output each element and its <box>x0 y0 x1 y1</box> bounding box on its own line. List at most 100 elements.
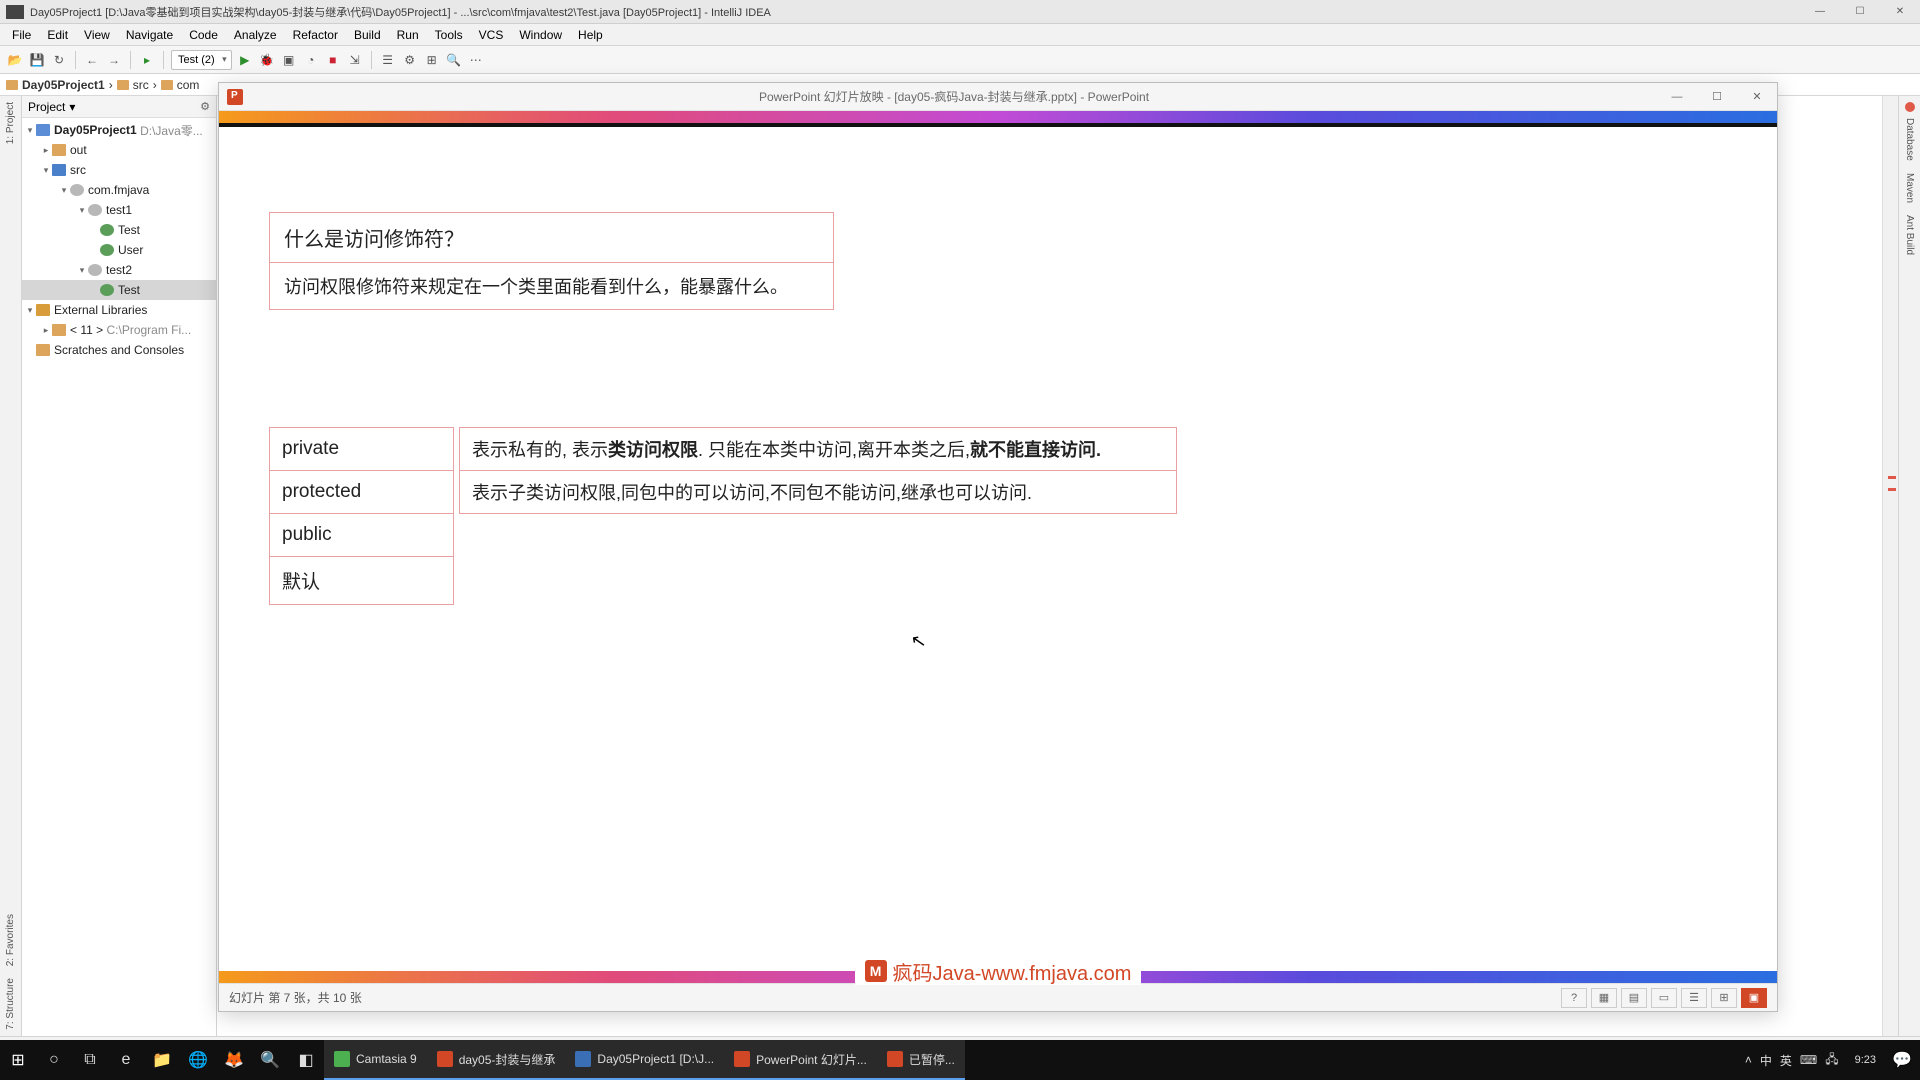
app-icon[interactable]: ◧ <box>288 1040 324 1080</box>
start-button[interactable]: ⊞ <box>0 1040 36 1080</box>
sdk-icon[interactable]: ⊞ <box>423 51 441 69</box>
modifier-private: private <box>269 427 454 471</box>
tree-root[interactable]: ▾Day05Project1 D:\Java零... <box>22 120 216 140</box>
ppt-close-button[interactable]: ✕ <box>1737 83 1777 111</box>
crumb-com[interactable]: com <box>177 78 200 92</box>
tool-ant[interactable]: Ant Build <box>1904 209 1915 261</box>
taskview-icon[interactable]: ⧉ <box>72 1040 108 1080</box>
attach-icon[interactable]: ⇲ <box>346 51 364 69</box>
cortana-icon[interactable]: ○ <box>36 1040 72 1080</box>
menu-file[interactable]: File <box>4 28 39 42</box>
search-icon[interactable]: 🔍 <box>252 1040 288 1080</box>
crumb-root[interactable]: Day05Project1 <box>22 78 105 92</box>
menu-code[interactable]: Code <box>181 28 226 42</box>
tool-maven[interactable]: Maven <box>1904 167 1915 209</box>
close-button[interactable]: ✕ <box>1880 0 1920 24</box>
menu-tools[interactable]: Tools <box>427 28 471 42</box>
ppt-slide-area[interactable]: 什么是访问修饰符？ 访问权限修饰符来规定在一个类里面能看到什么，能暴露什么。 p… <box>219 127 1777 971</box>
back-icon[interactable]: ← <box>83 51 101 69</box>
taskbar-app-paused[interactable]: 已暂停... <box>877 1040 965 1080</box>
maximize-button[interactable]: ☐ <box>1840 0 1880 24</box>
tree-pkg[interactable]: ▾com.fmjava <box>22 180 216 200</box>
menu-build[interactable]: Build <box>346 28 389 42</box>
menu-help[interactable]: Help <box>570 28 611 42</box>
ppt-view-normal[interactable]: ▦ <box>1591 988 1617 1008</box>
tool-database[interactable]: Database <box>1904 112 1915 167</box>
build-icon[interactable]: ▸ <box>138 51 156 69</box>
ppt-gradient-bottom: M 疯码Java-www.fmjava.com <box>219 971 1777 983</box>
ppt-view-notes[interactable]: ☰ <box>1681 988 1707 1008</box>
sync-icon[interactable]: ↻ <box>50 51 68 69</box>
tree-test2[interactable]: ▾test2 <box>22 260 216 280</box>
gear-icon[interactable]: ⚙ <box>200 100 210 113</box>
edge-icon[interactable]: e <box>108 1040 144 1080</box>
tree-ext-lib[interactable]: ▾External Libraries <box>22 300 216 320</box>
taskbar-app-ppt2[interactable]: PowerPoint 幻灯片... <box>724 1040 877 1080</box>
tree-test1-test[interactable]: Test <box>22 220 216 240</box>
editor-scrollbar[interactable] <box>1882 96 1898 1036</box>
tree-test2-test[interactable]: Test <box>22 280 216 300</box>
menu-analyze[interactable]: Analyze <box>226 28 285 42</box>
notifications-icon[interactable]: 💬 <box>1884 1040 1920 1080</box>
stop-icon[interactable]: ■ <box>324 51 342 69</box>
desc-protected: 表示子类访问权限,同包中的可以访问,不同包不能访问,继承也可以访问. <box>459 470 1177 514</box>
more-icon[interactable]: ⋯ <box>467 51 485 69</box>
ppt-minimize-button[interactable]: — <box>1657 83 1697 111</box>
ppt-title-text: PowerPoint 幻灯片放映 - [day05-疯码Java-封装与继承.p… <box>251 88 1657 105</box>
tool-favorites[interactable]: 2: Favorites <box>5 908 16 972</box>
tray-chevron-icon[interactable]: ˄ <box>1745 1053 1752 1067</box>
keyboard-icon[interactable]: ⌨ <box>1800 1053 1817 1067</box>
explorer-icon[interactable]: 📁 <box>144 1040 180 1080</box>
ime-mode[interactable]: 英 <box>1780 1052 1792 1069</box>
debug-icon[interactable]: 🐞 <box>258 51 276 69</box>
ppt-view-slideshow[interactable]: ▣ <box>1741 988 1767 1008</box>
run-icon[interactable]: ▶ <box>236 51 254 69</box>
powerpoint-icon <box>227 89 243 105</box>
ppt-maximize-button[interactable]: ☐ <box>1697 83 1737 111</box>
tree-test1[interactable]: ▾test1 <box>22 200 216 220</box>
taskbar-app-ppt1[interactable]: day05-封装与继承 <box>427 1040 566 1080</box>
taskbar-app-camtasia[interactable]: Camtasia 9 <box>324 1040 427 1080</box>
project-tree[interactable]: ▾Day05Project1 D:\Java零... ▸out ▾src ▾co… <box>22 118 216 1036</box>
ppt-view-sorter[interactable]: ▤ <box>1621 988 1647 1008</box>
error-marker[interactable] <box>1888 488 1896 491</box>
ppt-view-outline[interactable]: ⊞ <box>1711 988 1737 1008</box>
menu-navigate[interactable]: Navigate <box>118 28 181 42</box>
tree-out[interactable]: ▸out <box>22 140 216 160</box>
error-marker[interactable] <box>1888 476 1896 479</box>
crumb-src[interactable]: src <box>133 78 149 92</box>
menu-view[interactable]: View <box>76 28 118 42</box>
settings-icon[interactable]: ⚙ <box>401 51 419 69</box>
error-indicator-icon[interactable] <box>1905 102 1915 112</box>
menu-refactor[interactable]: Refactor <box>285 28 346 42</box>
profile-icon[interactable]: ◔ <box>302 51 320 69</box>
ppt-help-icon[interactable]: ? <box>1561 988 1587 1008</box>
menu-run[interactable]: Run <box>389 28 427 42</box>
search-icon[interactable]: 🔍 <box>445 51 463 69</box>
ime-indicator[interactable]: 中 <box>1760 1052 1772 1069</box>
save-icon[interactable]: 💾 <box>28 51 46 69</box>
menu-window[interactable]: Window <box>511 28 570 42</box>
brand-logo-icon: M <box>865 960 887 982</box>
tool-project[interactable]: 1: Project <box>5 96 16 150</box>
run-config-combo[interactable]: Test (2) <box>171 50 232 70</box>
taskbar-clock[interactable]: 9:23 <box>1847 1054 1884 1067</box>
forward-icon[interactable]: → <box>105 51 123 69</box>
menu-vcs[interactable]: VCS <box>471 28 512 42</box>
open-icon[interactable]: 📂 <box>6 51 24 69</box>
taskbar-app-intellij[interactable]: Day05Project1 [D:\J... <box>565 1040 724 1080</box>
firefox-icon[interactable]: 🦊 <box>216 1040 252 1080</box>
system-tray[interactable]: ˄ 中 英 ⌨ 🖧 <box>1737 1050 1847 1071</box>
tool-structure[interactable]: 7: Structure <box>5 972 16 1036</box>
tree-test1-user[interactable]: User <box>22 240 216 260</box>
coverage-icon[interactable]: ▣ <box>280 51 298 69</box>
minimize-button[interactable]: — <box>1800 0 1840 24</box>
tree-scratch[interactable]: Scratches and Consoles <box>22 340 216 360</box>
network-icon[interactable]: 🖧 <box>1825 1050 1838 1071</box>
browser-icon[interactable]: 🌐 <box>180 1040 216 1080</box>
tree-jdk[interactable]: ▸< 11 > C:\Program Fi... <box>22 320 216 340</box>
menu-edit[interactable]: Edit <box>39 28 76 42</box>
structure-icon[interactable]: ☰ <box>379 51 397 69</box>
ppt-view-reading[interactable]: ▭ <box>1651 988 1677 1008</box>
tree-src[interactable]: ▾src <box>22 160 216 180</box>
